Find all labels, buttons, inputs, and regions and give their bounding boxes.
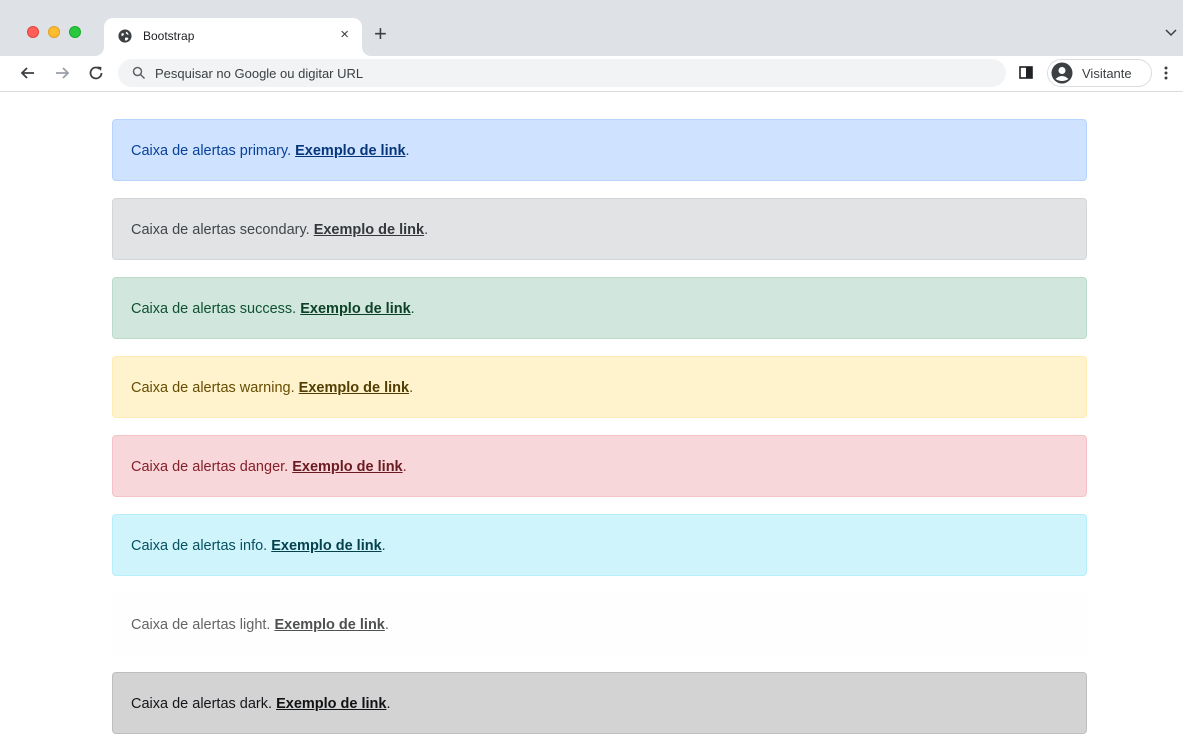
tab-title: Bootstrap <box>143 29 195 43</box>
alert-danger: Caixa de alertas danger. Exemplo de link… <box>112 435 1087 497</box>
alert-text: Caixa de alertas dark. <box>131 696 277 712</box>
alert-text-end: . <box>402 459 407 475</box>
alert-text-end: . <box>386 696 391 712</box>
alert-link[interactable]: Exemplo de link <box>274 617 384 633</box>
new-tab-button[interactable]: + <box>374 22 387 46</box>
tab-strip: Bootstrap × + <box>0 0 1183 56</box>
alert-link[interactable]: Exemplo de link <box>299 380 409 396</box>
alert-link[interactable]: Exemplo de link <box>314 222 424 238</box>
back-arrow-icon[interactable] <box>18 63 38 83</box>
menu-icon[interactable] <box>1163 64 1169 82</box>
alert-text: Caixa de alertas warning. <box>131 380 299 396</box>
alert-text-end: . <box>424 222 429 238</box>
alert-text-end: . <box>410 301 415 317</box>
reload-icon[interactable] <box>86 63 106 83</box>
alert-secondary: Caixa de alertas secondary. Exemplo de l… <box>112 198 1087 260</box>
alert-link[interactable]: Exemplo de link <box>295 143 405 159</box>
side-panel-icon[interactable] <box>1019 66 1033 79</box>
forward-arrow-icon[interactable] <box>52 63 72 83</box>
alert-dark: Caixa de alertas dark. Exemplo de link. <box>112 672 1087 734</box>
maximize-window-button[interactable] <box>69 26 81 38</box>
close-window-button[interactable] <box>27 26 39 38</box>
chevron-down-icon[interactable] <box>1165 28 1177 38</box>
browser-toolbar: Pesquisar no Google ou digitar URL Visit… <box>0 56 1183 92</box>
alert-text: Caixa de alertas primary. <box>131 143 296 159</box>
alert-text-end: . <box>409 380 414 396</box>
alert-light: Caixa de alertas light. Exemplo de link. <box>112 593 1087 655</box>
alert-text-end: . <box>381 538 386 554</box>
tab-close-button[interactable]: × <box>340 26 349 44</box>
alert-warning: Caixa de alertas warning. Exemplo de lin… <box>112 356 1087 418</box>
alert-text: Caixa de alertas info. <box>131 538 272 554</box>
alert-text: Caixa de alertas secondary. <box>131 222 314 238</box>
browser-tab[interactable]: Bootstrap × <box>104 18 362 56</box>
minimize-window-button[interactable] <box>48 26 60 38</box>
profile-button[interactable]: Visitante <box>1047 59 1152 87</box>
globe-icon <box>118 29 132 43</box>
address-bar-placeholder: Pesquisar no Google ou digitar URL <box>155 66 364 81</box>
alert-link[interactable]: Exemplo de link <box>276 696 386 712</box>
alert-text: Caixa de alertas light. <box>131 617 275 633</box>
alert-text: Caixa de alertas success. <box>131 301 301 317</box>
search-icon <box>132 66 146 80</box>
alert-link[interactable]: Exemplo de link <box>292 459 402 475</box>
alert-text-end: . <box>405 143 410 159</box>
alert-link[interactable]: Exemplo de link <box>271 538 381 554</box>
alert-text-end: . <box>384 617 389 633</box>
avatar-icon <box>1051 62 1073 84</box>
alert-info: Caixa de alertas info. Exemplo de link. <box>112 514 1087 576</box>
alert-success: Caixa de alertas success. Exemplo de lin… <box>112 277 1087 339</box>
alert-primary: Caixa de alertas primary. Exemplo de lin… <box>112 119 1087 181</box>
profile-label: Visitante <box>1082 66 1132 81</box>
alert-text: Caixa de alertas danger. <box>131 459 293 475</box>
address-bar[interactable]: Pesquisar no Google ou digitar URL <box>118 59 1006 87</box>
alert-link[interactable]: Exemplo de link <box>300 301 410 317</box>
